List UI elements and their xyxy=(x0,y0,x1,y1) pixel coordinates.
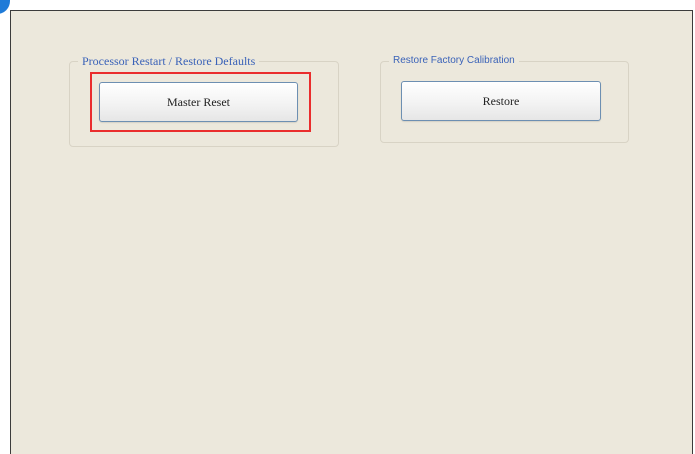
restore-button[interactable]: Restore xyxy=(401,81,601,121)
processor-restart-legend: Processor Restart / Restore Defaults xyxy=(78,53,260,69)
settings-panel: Processor Restart / Restore Defaults Mas… xyxy=(10,10,693,454)
master-reset-button[interactable]: Master Reset xyxy=(99,82,298,122)
restore-factory-calibration-legend: Restore Factory Calibration xyxy=(389,53,519,69)
